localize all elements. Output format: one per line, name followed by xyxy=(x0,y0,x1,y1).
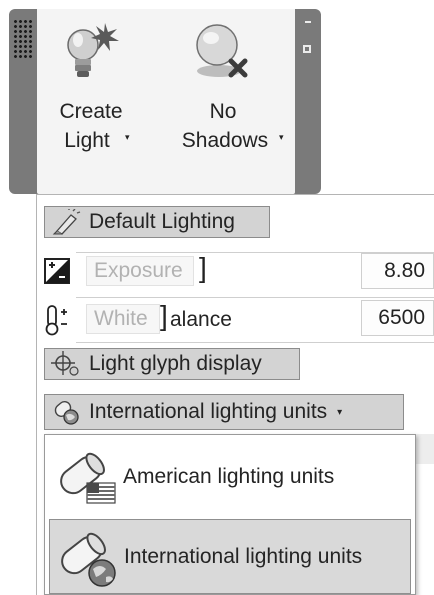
pencil-light-icon xyxy=(52,209,81,235)
create-light-label-line1: Create xyxy=(59,100,123,123)
white-balance-value[interactable]: 6500 xyxy=(361,300,434,336)
chevron-down-icon: ▾ xyxy=(125,132,130,142)
pin-icon[interactable] xyxy=(305,21,311,23)
menu-item-american-lighting-units[interactable]: American lighting units xyxy=(49,439,411,514)
exposure-icon xyxy=(44,258,70,284)
light-glyph-icon xyxy=(51,351,79,376)
lighting-units-dropdown[interactable]: International lighting units ▾ xyxy=(44,394,404,430)
chevron-down-icon: ▾ xyxy=(279,132,284,142)
american-lighting-units-label: American lighting units xyxy=(123,464,335,488)
lighting-units-menu: American lighting units International li… xyxy=(44,434,416,595)
globe-light-icon xyxy=(61,532,116,587)
white-balance-label: alance xyxy=(170,308,232,331)
no-shadows-button[interactable]: No Shadows ▾ xyxy=(165,21,285,161)
globe-light-icon xyxy=(54,401,79,425)
sphere-shadow-off-icon xyxy=(196,24,248,78)
american-flag-light-icon xyxy=(60,452,116,504)
menu-item-international-lighting-units[interactable]: International lighting units xyxy=(49,519,411,594)
panel-restore-icon[interactable] xyxy=(303,45,311,53)
lighting-units-label: International lighting units xyxy=(89,400,328,423)
light-glyph-display-button[interactable]: Light glyph display xyxy=(44,348,300,380)
slider-marker[interactable]: ] xyxy=(160,300,168,332)
thermometer-icon xyxy=(45,305,67,336)
light-bulb-star-icon xyxy=(67,23,119,77)
ribbon-content: Create Light ▾ No Shadows ▾ xyxy=(37,9,295,194)
default-lighting-label: Default Lighting xyxy=(89,210,235,233)
chevron-down-icon: ▾ xyxy=(337,406,343,418)
panel-grip-handle[interactable] xyxy=(13,19,33,59)
default-lighting-button[interactable]: Default Lighting xyxy=(44,206,270,238)
slider-marker[interactable]: ] xyxy=(199,252,207,284)
create-light-button[interactable]: Create Light ▾ xyxy=(51,21,141,161)
row-divider xyxy=(76,297,434,298)
international-lighting-units-label: International lighting units xyxy=(124,544,363,568)
row-divider xyxy=(76,342,434,343)
white-balance-input[interactable]: White xyxy=(86,304,160,334)
create-light-label-line2: Light xyxy=(64,129,110,152)
exposure-value[interactable]: 8.80 xyxy=(361,253,434,289)
exposure-input[interactable]: Exposure xyxy=(86,256,194,286)
no-shadows-label-line2: Shadows xyxy=(181,129,269,152)
light-glyph-display-label: Light glyph display xyxy=(89,352,262,375)
ribbon-panel: Create Light ▾ No Shadows ▾ xyxy=(9,9,321,194)
dropdown-edge xyxy=(416,434,434,464)
no-shadows-label-line1: No xyxy=(209,100,237,123)
